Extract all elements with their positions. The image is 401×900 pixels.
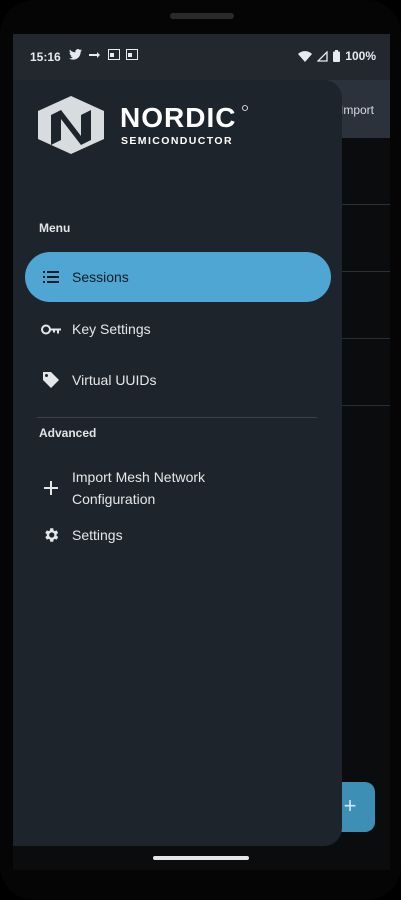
list-icon	[41, 267, 61, 287]
status-time: 15:16	[30, 50, 61, 64]
twitter-icon	[69, 49, 82, 60]
nav-item-import-mesh-network[interactable]: Import Mesh Network Configuration	[25, 460, 331, 516]
plus-icon	[41, 478, 61, 498]
nav-item-virtual-uuids[interactable]: Virtual UUIDs	[25, 355, 331, 405]
nordic-logo: NORDIC SEMICONDUCTOR	[38, 96, 268, 154]
list-divider	[340, 204, 390, 205]
tag-icon	[41, 370, 61, 390]
nav-item-label: Virtual UUIDs	[72, 372, 157, 388]
gesture-nav-bar[interactable]	[153, 856, 249, 860]
gear-icon	[41, 525, 61, 545]
nav-item-label: Import Mesh Network Configuration	[72, 469, 206, 507]
registered-mark	[242, 105, 248, 111]
nav-item-label: Settings	[72, 527, 123, 543]
wifi-icon	[298, 50, 313, 62]
nav-item-sessions[interactable]: Sessions	[25, 252, 331, 302]
status-bar: 15:16 100%	[13, 34, 390, 80]
nav-item-label: Sessions	[72, 269, 129, 285]
usb-icon	[89, 51, 100, 58]
media-icon-2	[126, 49, 138, 60]
system-status: 100%	[298, 49, 376, 63]
advanced-section-label: Advanced	[39, 426, 97, 440]
signal-icon	[317, 50, 328, 62]
nordic-logo-mark	[38, 96, 104, 154]
plus-icon: +	[343, 793, 357, 818]
drawer-divider	[37, 417, 317, 418]
speaker-grille	[170, 13, 234, 19]
key-icon	[41, 319, 61, 339]
list-divider	[340, 338, 390, 339]
battery-percent: 100%	[345, 49, 376, 63]
menu-section-label: Menu	[39, 221, 71, 235]
battery-icon	[333, 50, 341, 62]
nav-item-key-settings[interactable]: Key Settings	[25, 304, 331, 354]
screen: 15:16 100% Import + NORDIC SEMICONDUCTOR…	[13, 34, 390, 870]
import-button[interactable]: Import	[340, 103, 374, 117]
media-icon	[108, 49, 120, 60]
nav-item-settings[interactable]: Settings	[25, 510, 331, 560]
navigation-drawer: NORDIC SEMICONDUCTOR Menu Sessions Key S…	[13, 80, 342, 846]
list-divider	[340, 405, 390, 406]
notification-icons	[69, 49, 138, 60]
list-divider	[340, 271, 390, 272]
nav-item-label: Key Settings	[72, 321, 151, 337]
phone-frame: 15:16 100% Import + NORDIC SEMICONDUCTOR…	[0, 0, 401, 900]
